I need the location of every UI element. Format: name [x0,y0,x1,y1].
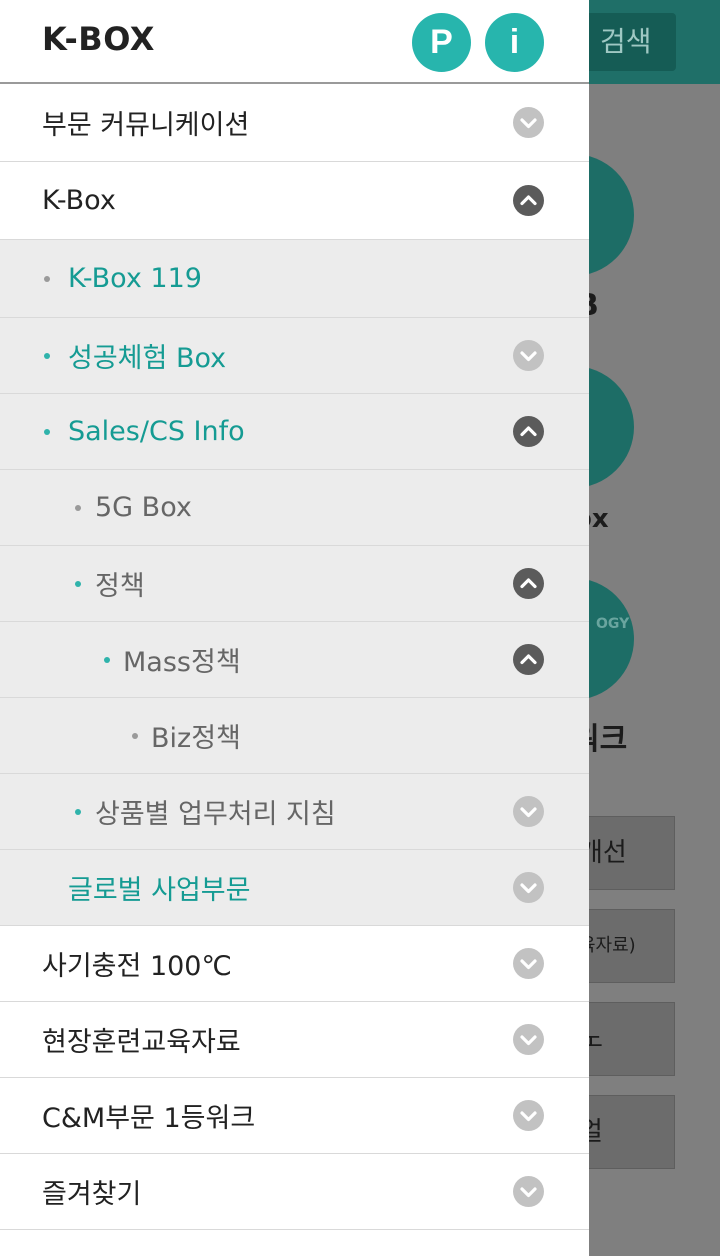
menu-item-label: 부문 커뮤니케이션 [42,110,250,141]
background-button: 개선 [574,816,675,890]
menu-item[interactable]: C&M부문 1등워크 [0,1078,589,1154]
bullet-icon [44,353,50,359]
info-button[interactable]: i [485,13,544,72]
chevron-down-icon[interactable] [513,1100,544,1131]
chevron-up-icon[interactable] [513,185,544,216]
chevron-up-icon[interactable] [513,416,544,447]
menu-item[interactable]: 성공체험 Box [0,318,589,394]
bullet-icon [75,581,81,587]
chevron-down-icon[interactable] [513,948,544,979]
search-button: 검색 [574,13,676,71]
bullet-icon [44,276,50,282]
menu-item-label: Mass정책 [123,647,241,678]
p-button[interactable]: P [412,13,471,72]
menu-item[interactable]: K-Box [0,162,589,240]
bullet-icon [75,505,81,511]
menu-item-label: 즐겨찾기 [42,1179,142,1210]
bullet-icon [132,733,138,739]
menu-item-label: C&M부문 1등워크 [42,1103,256,1134]
menu-item[interactable] [0,1230,589,1256]
chevron-down-icon[interactable] [513,340,544,371]
menu-item[interactable]: K-Box 119 [0,240,589,318]
chevron-up-icon[interactable] [513,568,544,599]
bullet-icon [44,429,50,435]
menu-item[interactable]: Sales/CS Info [0,394,589,470]
menu-item[interactable]: 5G Box [0,470,589,546]
background-circle-text: OGY [596,616,630,632]
search-label: 검색 [600,25,652,58]
menu-item[interactable]: 정책 [0,546,589,622]
menu-item-label: K-Box 119 [68,263,202,294]
menu-item-label: 성공체험 Box [68,343,227,374]
chevron-up-icon[interactable] [513,644,544,675]
brand-title: K-BOX [42,20,155,58]
menu-item-label: 정책 [95,571,145,602]
menu-item[interactable]: 사기충전 100℃ [0,926,589,1002]
menu-item[interactable]: 즐겨찾기 [0,1154,589,1230]
navigation-drawer: K-BOX P i 부문 커뮤니케이션 K-Box K-Box 119 성공체험 Bo… [0,0,589,1256]
menu-item-label: Biz정책 [151,723,241,754]
menu-item[interactable]: 상품별 업무처리 지침 [0,774,589,850]
background-button: 육자료) [574,909,675,983]
background-button: 얼 [574,1095,675,1169]
menu-item[interactable]: Mass정책 [0,622,589,698]
menu-item-label: 현장훈련교육자료 [42,1027,241,1058]
menu-item-label: 글로벌 사업부문 [68,875,251,906]
menu-item-label: 5G Box [95,492,192,523]
chevron-down-icon[interactable] [513,107,544,138]
chevron-down-icon[interactable] [513,796,544,827]
background-button: 노 [574,1002,675,1076]
menu-item[interactable]: 현장훈련교육자료 [0,1002,589,1078]
menu-item[interactable]: 글로벌 사업부문 [0,850,589,926]
menu-item[interactable]: 부문 커뮤니케이션 [0,84,589,162]
menu-item-label: 상품별 업무처리 지침 [95,799,336,830]
chevron-down-icon[interactable] [513,1176,544,1207]
menu-item-label: Sales/CS Info [68,416,245,447]
menu-item[interactable]: Biz정책 [0,698,589,774]
chevron-down-icon[interactable] [513,872,544,903]
menu-item-label: 사기충전 100℃ [42,951,232,982]
drawer-header: K-BOX P i [0,0,589,84]
bullet-icon [75,809,81,815]
chevron-down-icon[interactable] [513,1024,544,1055]
bullet-icon [104,657,110,663]
menu-item-label: K-Box [42,185,116,216]
